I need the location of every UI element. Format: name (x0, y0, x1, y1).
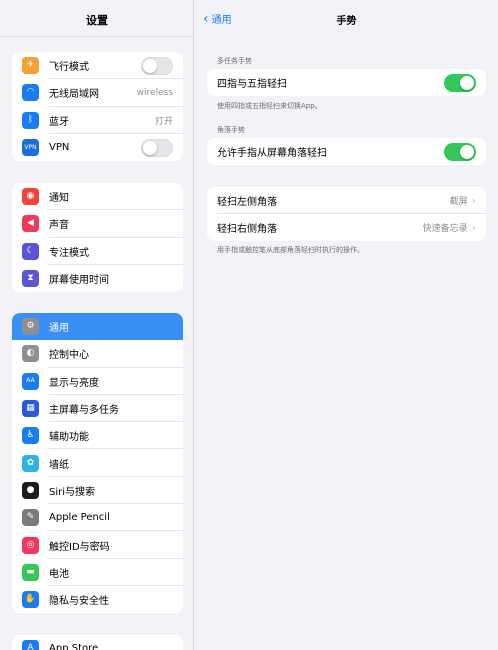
sidebar-item-battery[interactable]: ▬ 电池 (12, 559, 183, 586)
display-icon: AA (22, 372, 39, 390)
corner-swipe-label: 允许手指从屏幕角落轻扫 (217, 148, 327, 159)
sidebar-item-homescreen[interactable]: ▦ 主屏幕与多任务 (12, 395, 183, 423)
sidebar-item-label: 专注模式 (49, 247, 89, 259)
sidebar-item-label: 无线局域网 (49, 89, 99, 101)
appstore-icon: A (22, 640, 39, 650)
sidebar-item-label: Siri与搜索 (49, 486, 96, 498)
sidebar-item-label: 墙纸 (49, 459, 69, 471)
corner-swipe-toggle[interactable] (444, 142, 476, 161)
sidebar-item-label: 通用 (49, 323, 69, 335)
sidebar-item-label: 通知 (49, 193, 69, 205)
right-corner-label: 轻扫右侧角落 (217, 224, 277, 235)
sidebar-item-vpn[interactable]: VPN VPN (12, 134, 183, 161)
gear-icon: ⚙ (22, 318, 39, 336)
left-corner-row[interactable]: 轻扫左侧角落 截屏 › (207, 187, 486, 214)
moon-icon: ☾ (22, 242, 39, 260)
left-corner-value: 截屏 (449, 197, 468, 207)
sidebar-item-label: 触控ID与密码 (49, 541, 110, 553)
sidebar-item-focus[interactable]: ☾ 专注模式 (12, 238, 183, 265)
page-title: 手势 (336, 16, 357, 27)
wallpaper-icon: ✿ (22, 454, 39, 472)
section-label-multitask: 多任务手势 (217, 57, 252, 65)
sidebar-item-label: 屏幕使用时间 (49, 275, 109, 287)
sidebar-item-appstore[interactable]: A App Store (12, 635, 183, 650)
vpn-icon: VPN (22, 139, 39, 157)
sidebar-item-label: 飞行模式 (49, 62, 89, 74)
gestures-panel: ‹ 通用 手势 多任务手势 四指与五指轻扫 使用四指或五指轻扫来切换App。 角… (195, 0, 498, 650)
multitask-note: 使用四指或五指轻扫来切换App。 (217, 102, 322, 110)
sidebar-item-label: 电池 (49, 568, 69, 580)
four-five-finger-label: 四指与五指轻扫 (217, 79, 287, 90)
corner-toggle-group: 允许手指从屏幕角落轻扫 (207, 138, 486, 165)
sidebar-group-connectivity: ✈ 飞行模式 ◠ 无线局域网 wireless ᛒ 蓝牙 打开 VPN VPN (12, 52, 183, 162)
fingerprint-icon: ◎ (22, 536, 39, 554)
sidebar-item-notifications[interactable]: ◉ 通知 (12, 183, 183, 211)
sidebar-item-screentime[interactable]: ⧗ 屏幕使用时间 (12, 265, 183, 292)
multitask-group: 四指与五指轻扫 (207, 69, 486, 96)
corner-swipe-row[interactable]: 允许手指从屏幕角落轻扫 (207, 138, 486, 165)
chevron-right-icon: › (471, 194, 476, 207)
wifi-icon: ◠ (22, 84, 39, 102)
sidebar-item-label: App Store (49, 643, 99, 650)
settings-sidebar: 设置 ✈ 飞行模式 ◠ 无线局域网 wireless ᛒ 蓝牙 打开 VPN VPN ◉ 通知 ◀ 声音… (0, 0, 194, 650)
sidebar-item-label: 声音 (49, 220, 69, 232)
sidebar-item-pencil[interactable]: ✎ Apple Pencil (12, 504, 183, 532)
sidebar-item-label: 显示与亮度 (49, 377, 99, 389)
homescreen-icon: ▦ (22, 400, 39, 418)
sidebar-item-touchid[interactable]: ◎ 触控ID与密码 (12, 531, 183, 559)
sidebar-item-label: 隐私与安全性 (49, 596, 109, 608)
four-five-finger-row[interactable]: 四指与五指轻扫 (207, 69, 486, 96)
hand-icon: ✋ (22, 591, 39, 609)
section-label-corner: 角落手势 (217, 126, 245, 134)
right-corner-value: 快速备忘录 (422, 224, 468, 234)
siri-icon: ● (22, 481, 39, 499)
battery-icon: ▬ (22, 563, 39, 581)
pencil-icon: ✎ (22, 509, 39, 527)
sidebar-item-privacy[interactable]: ✋ 隐私与安全性 (12, 586, 183, 613)
sidebar-item-label: 蓝牙 (49, 116, 69, 128)
sidebar-item-general[interactable]: ⚙ 通用 (12, 313, 183, 341)
sidebar-header-divider (0, 36, 193, 37)
sidebar-item-toggle[interactable] (141, 138, 173, 157)
airplane-icon: ✈ (22, 57, 39, 75)
hourglass-icon: ⧗ (22, 270, 39, 288)
accessibility-icon: ♿ (22, 427, 39, 445)
sidebar-group-notifications: ◉ 通知 ◀ 声音 ☾ 专注模式 ⧗ 屏幕使用时间 (12, 183, 183, 293)
bluetooth-icon: ᛒ (22, 111, 39, 129)
sidebar-item-value: wireless (136, 87, 173, 98)
sidebar-title: 设置 (86, 14, 108, 27)
speaker-icon: ◀ (22, 215, 39, 233)
control-center-icon: ◐ (22, 345, 39, 363)
right-corner-row[interactable]: 轻扫右侧角落 快速备忘录 › (207, 214, 486, 241)
sidebar-item-control[interactable]: ◐ 控制中心 (12, 340, 183, 368)
sidebar-item-label: Apple Pencil (49, 512, 110, 524)
sidebar-group-store: A App Store (12, 635, 183, 650)
sidebar-item-value: 打开 (154, 116, 173, 127)
sidebar-item-label: 辅助功能 (49, 432, 89, 444)
sidebar-item-label: VPN (49, 142, 70, 154)
sidebar-group-system: ⚙ 通用 ◐ 控制中心 AA 显示与亮度 ▦ 主屏幕与多任务 ♿ 辅助功能 ✿ 墙纸 ● Siri与搜索 ✎… (12, 313, 183, 614)
sidebar-item-wallpaper[interactable]: ✿ 墙纸 (12, 449, 183, 477)
sidebar-item-toggle[interactable] (141, 56, 173, 75)
sidebar-item-sounds[interactable]: ◀ 声音 (12, 210, 183, 238)
sidebar-item-accessibility[interactable]: ♿ 辅助功能 (12, 422, 183, 450)
sidebar-item-label: 控制中心 (49, 350, 89, 362)
sidebar-item-wifi[interactable]: ◠ 无线局域网 wireless (12, 79, 183, 107)
chevron-right-icon: › (471, 221, 476, 234)
sidebar-item-siri[interactable]: ● Siri与搜索 (12, 477, 183, 505)
four-five-finger-toggle[interactable] (444, 73, 476, 92)
corner-actions-group: 轻扫左侧角落 截屏 › 轻扫右侧角落 快速备忘录 › (207, 187, 486, 241)
sidebar-item-label: 主屏幕与多任务 (49, 405, 119, 417)
corner-note: 用手指或触控笔从底部角落轻扫时执行的操作。 (217, 246, 364, 254)
notifications-icon: ◉ (22, 188, 39, 206)
sidebar-item-display[interactable]: AA 显示与亮度 (12, 368, 183, 395)
left-corner-label: 轻扫左侧角落 (217, 197, 277, 208)
sidebar-item-airplane[interactable]: ✈ 飞行模式 (12, 52, 183, 80)
sidebar-item-bluetooth[interactable]: ᛒ 蓝牙 打开 (12, 107, 183, 134)
